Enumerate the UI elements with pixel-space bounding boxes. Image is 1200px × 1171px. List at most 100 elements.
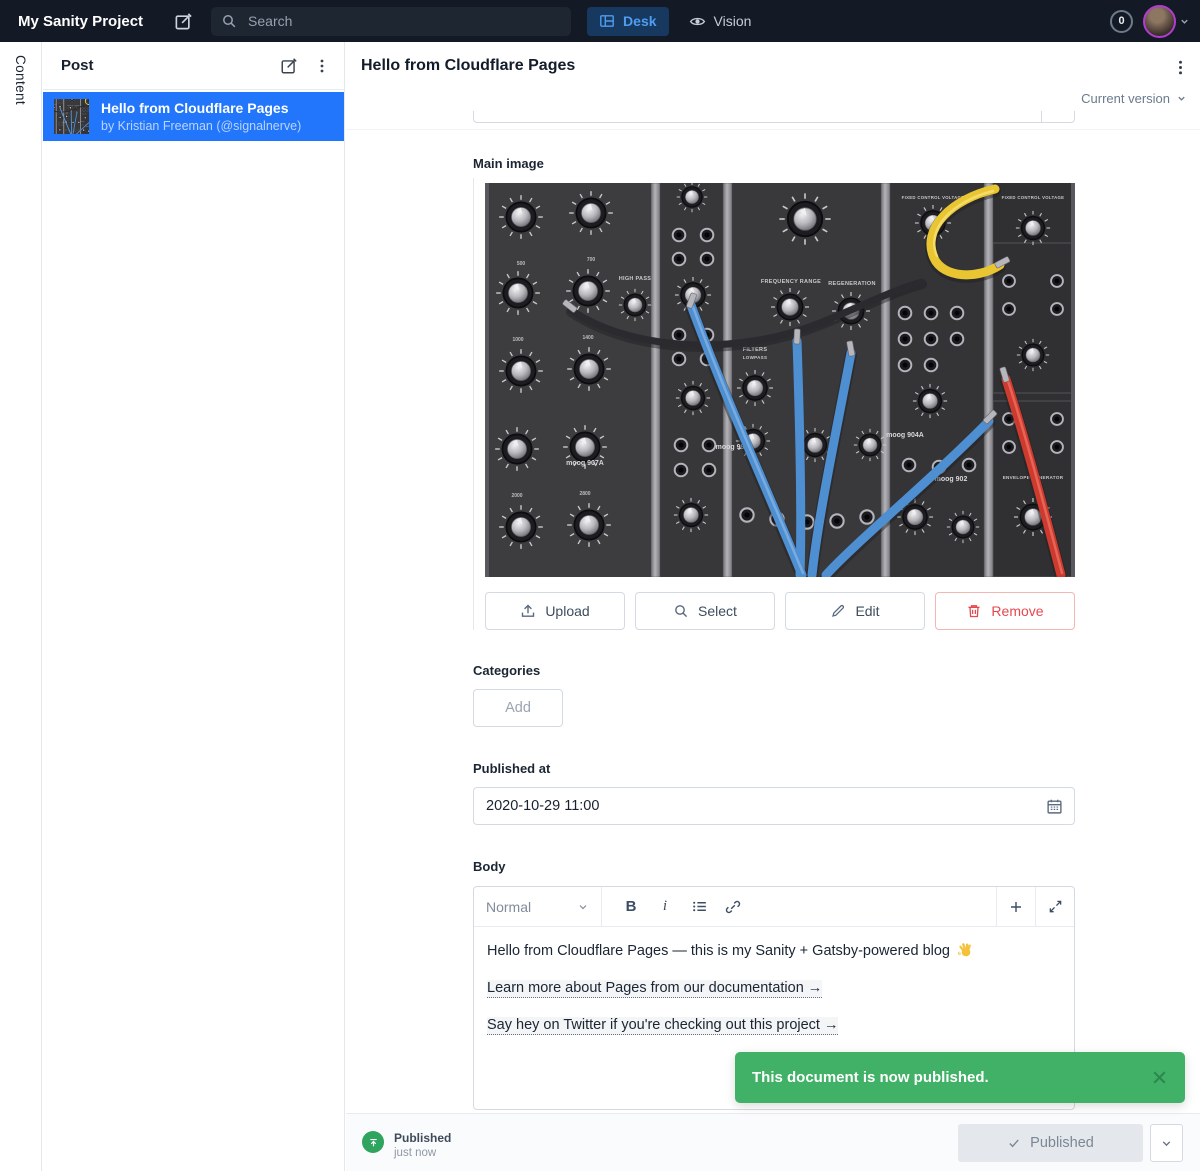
main-image-preview[interactable] <box>485 183 1075 577</box>
bullet-list-button[interactable] <box>682 887 716 926</box>
new-document-button[interactable] <box>171 9 195 33</box>
chevron-down-icon <box>1160 1137 1173 1150</box>
version-label: Current version <box>1081 91 1170 106</box>
list-panel-header: Post <box>43 42 344 90</box>
publish-button[interactable]: Published <box>958 1124 1143 1162</box>
chevron-down-icon <box>1179 16 1190 27</box>
trash-icon <box>966 603 982 619</box>
search-icon <box>673 603 689 619</box>
avatar <box>1143 5 1176 38</box>
main-image-label: Main image <box>473 156 544 171</box>
italic-button[interactable]: i <box>648 887 682 926</box>
bullet-list-icon <box>691 898 708 915</box>
body-paragraph: Learn more about Pages from our document… <box>487 978 1061 1000</box>
link-button[interactable] <box>716 887 750 926</box>
user-menu[interactable] <box>1143 5 1190 38</box>
sidebar-item-content[interactable]: Content <box>13 55 28 105</box>
select-button[interactable]: Select <box>635 592 775 630</box>
editor-toolbar-right <box>996 887 1074 926</box>
categories-label: Categories <box>473 663 540 678</box>
list-panel-actions <box>280 57 330 75</box>
body-label: Body <box>473 859 506 874</box>
eye-icon <box>689 13 706 30</box>
tool-sidebar: Content <box>0 42 42 1171</box>
list-panel-title: Post <box>61 57 94 74</box>
twitter-link[interactable]: Say hey on Twitter if you're checking ou… <box>487 1017 838 1035</box>
text-style-value: Normal <box>486 899 531 915</box>
top-navbar: My Sanity Project <box>0 0 1200 42</box>
plus-icon <box>1008 899 1024 915</box>
chevron-down-icon <box>1176 93 1187 104</box>
published-at-input[interactable] <box>473 787 1075 825</box>
document-list-panel: Post <box>43 42 345 1171</box>
calendar-icon[interactable] <box>1046 798 1063 815</box>
insert-block-button[interactable] <box>996 887 1035 926</box>
list-item-title: Hello from Cloudflare Pages <box>101 100 301 116</box>
remove-button[interactable]: Remove <box>935 592 1075 630</box>
add-category-button[interactable]: Add <box>473 689 563 727</box>
upload-label: Upload <box>545 603 589 619</box>
compose-icon <box>280 57 298 75</box>
navbar-right: 0 <box>1110 5 1190 38</box>
text-style-select[interactable]: Normal <box>474 887 602 926</box>
presence-badge[interactable]: 0 <box>1110 10 1133 33</box>
remove-label: Remove <box>991 603 1043 619</box>
body-content[interactable]: Hello from Cloudflare Pages — this is my… <box>474 927 1074 1065</box>
documentation-link[interactable]: Learn more about Pages from our document… <box>487 980 822 998</box>
fullscreen-button[interactable] <box>1035 887 1074 926</box>
search-bar[interactable] <box>211 7 571 36</box>
published-at-label: Published at <box>473 761 550 776</box>
list-menu-button[interactable] <box>314 58 330 74</box>
document-menu-button[interactable] <box>1168 55 1192 79</box>
expand-icon <box>1048 899 1063 914</box>
document-title: Hello from Cloudflare Pages <box>361 57 575 75</box>
create-post-button[interactable] <box>280 57 298 75</box>
document-footer: Published just now Published <box>346 1113 1200 1171</box>
upload-button[interactable]: Upload <box>485 592 625 630</box>
check-icon <box>1007 1136 1021 1150</box>
upload-icon <box>520 603 536 619</box>
desk-icon <box>599 13 615 29</box>
list-item[interactable]: Hello from Cloudflare Pages by Kristian … <box>43 92 344 141</box>
publish-button-label: Published <box>1030 1135 1094 1151</box>
header-divider <box>346 129 1200 130</box>
tab-desk[interactable]: Desk <box>587 7 668 36</box>
pencil-icon <box>830 603 846 619</box>
wave-emoji-icon: 👋 <box>957 942 972 957</box>
publish-status-time: just now <box>394 1147 451 1159</box>
wave-emoji-char: 👋 <box>957 957 958 958</box>
list-item-subtitle: by Kristian Freeman (@signalnerve) <box>101 119 301 133</box>
bold-button[interactable]: B <box>614 887 648 926</box>
tool-tabs: Desk Vision <box>587 7 763 36</box>
publish-status-text: Published just now <box>394 1131 451 1159</box>
list-item-text: Hello from Cloudflare Pages by Kristian … <box>101 100 301 133</box>
select-label: Select <box>698 603 737 619</box>
footer-actions: Published <box>958 1124 1183 1162</box>
edit-button[interactable]: Edit <box>785 592 925 630</box>
tab-vision-label: Vision <box>714 13 752 29</box>
format-buttons: B i <box>602 887 750 926</box>
slug-input[interactable] <box>473 111 1075 123</box>
close-icon[interactable] <box>1149 1067 1170 1088</box>
publish-status-label: Published <box>394 1131 451 1145</box>
slug-field-partial <box>473 111 1075 124</box>
publish-menu-button[interactable] <box>1150 1124 1183 1162</box>
search-input[interactable] <box>246 12 561 30</box>
tab-vision[interactable]: Vision <box>677 7 764 36</box>
tab-desk-label: Desk <box>623 13 656 29</box>
chevron-down-icon <box>577 901 589 913</box>
slug-generate-divider <box>1041 111 1042 122</box>
kebab-icon <box>1172 59 1189 76</box>
link-icon <box>725 899 741 915</box>
image-action-buttons: Upload Select Edit <box>485 592 1075 630</box>
body-paragraph: Hello from Cloudflare Pages — this is my… <box>487 941 1061 963</box>
fieldset-border <box>473 178 474 630</box>
body-paragraph: Say hey on Twitter if you're checking ou… <box>487 1015 1061 1037</box>
toast-message: This document is now published. <box>752 1069 989 1086</box>
compose-icon <box>174 12 193 31</box>
publish-status: Published just now <box>362 1131 451 1159</box>
version-selector[interactable]: Current version <box>1081 91 1187 106</box>
editor-toolbar: Normal B i <box>474 887 1074 927</box>
publish-toast: This document is now published. <box>735 1052 1185 1103</box>
kebab-icon <box>314 58 330 74</box>
